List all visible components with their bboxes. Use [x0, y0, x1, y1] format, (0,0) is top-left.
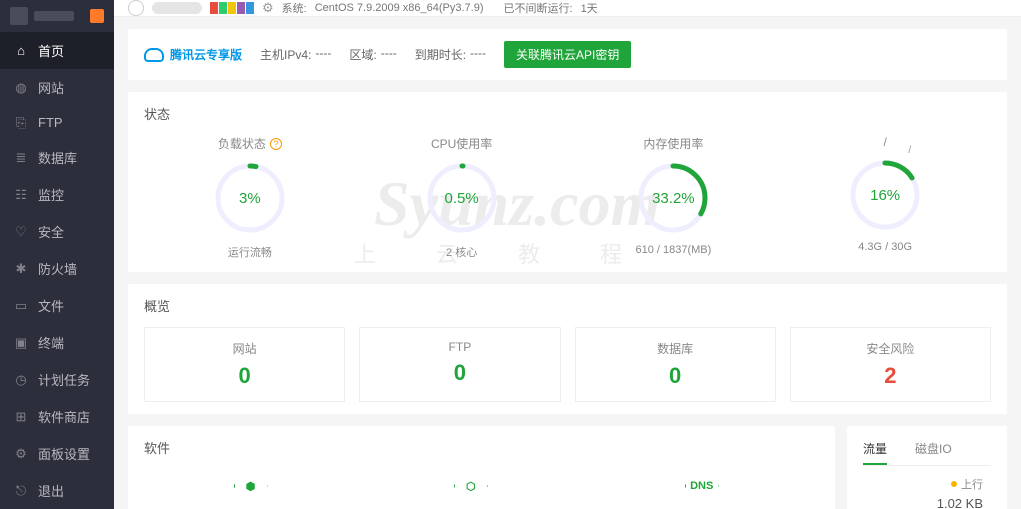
sidebar-item-fire[interactable]: ✱ 防火墙: [0, 250, 114, 287]
overview-card-2[interactable]: 数据库0: [575, 327, 776, 402]
sidebar-item-label: 安全: [38, 222, 64, 241]
software-panel: 软件 ⬢ 腾讯云CDN 1.0▶ ⬡ 腾讯云COSFS 2.0▶ DNS 腾讯云DN…: [128, 426, 835, 509]
software-item-cos[interactable]: ⬡ 腾讯云COSFS 2.0▶: [422, 469, 520, 509]
status-title: 状态: [144, 104, 991, 123]
exit-icon: ⎋: [14, 484, 28, 498]
sidebar-item-home[interactable]: ⌂ 首页: [0, 32, 114, 69]
avatar-icon: [128, 0, 144, 16]
sidebar-item-folder[interactable]: ▭ 文件: [0, 287, 114, 324]
overview-card-3[interactable]: 安全风险2: [790, 327, 991, 402]
sidebar-item-grid[interactable]: ⊞ 软件商店: [0, 398, 114, 435]
software-title: 软件: [144, 438, 819, 457]
software-item-cdn[interactable]: ⬢ 腾讯云CDN 1.0▶: [209, 469, 293, 509]
sidebar-item-label: 终端: [38, 333, 64, 352]
sidebar-item-label: 面板设置: [38, 444, 90, 463]
globe-icon: ◍: [14, 81, 28, 95]
uptime-value: 1天: [581, 0, 598, 16]
topbar: ⚙ 系统: CentOS 7.9.2009 x86_64(Py3.7.9) 已不…: [114, 0, 1021, 17]
sidebar-item-label: FTP: [38, 115, 63, 130]
cloud-logo: 腾讯云专享版: [144, 46, 242, 63]
sidebar-item-ftp[interactable]: ⎘ FTP: [0, 106, 114, 139]
sidebar-item-label: 网站: [38, 78, 64, 97]
sidebar: ⌂ 首页 ◍ 网站 ⎘ FTP ≣ 数据库 ☷ 监控 ♡ 安全 ✱ 防火墙 ▭ 文件 ▣ 终端 ◷ 计划任务 ⊞ 软件商店…: [0, 0, 114, 509]
up-dot-icon: [951, 481, 957, 487]
dns-icon: DNS: [685, 469, 719, 503]
shield-icon: ♡: [14, 225, 28, 239]
gear-icon[interactable]: ⚙: [262, 0, 274, 16]
cloud-icon: [144, 48, 164, 62]
cdn-icon: ⬢: [234, 469, 268, 503]
sidebar-item-terminal[interactable]: ▣ 终端: [0, 324, 114, 361]
gauge-1: CPU使用率 0.5% 2 核心: [422, 135, 502, 260]
sidebar-item-shield[interactable]: ♡ 安全: [0, 213, 114, 250]
sidebar-item-label: 首页: [38, 41, 64, 60]
sidebar-item-exit[interactable]: ⎋ 退出: [0, 472, 114, 509]
sidebar-item-label: 软件商店: [38, 407, 90, 426]
main: ⚙ 系统: CentOS 7.9.2009 x86_64(Py3.7.9) 已不…: [114, 0, 1021, 509]
overview-card-0[interactable]: 网站0: [144, 327, 345, 402]
sidebar-item-clock[interactable]: ◷ 计划任务: [0, 361, 114, 398]
gauge-3: / /16% 4.3G / 30G: [845, 135, 925, 260]
db-icon: ≣: [14, 151, 28, 165]
traffic-tab-1[interactable]: 磁盘IO: [915, 438, 952, 465]
overview-panel: 概览 网站0FTP0数据库0安全风险2: [128, 284, 1007, 414]
software-item-dns[interactable]: DNS 腾讯云DNS解析 1.0▶: [649, 469, 755, 509]
home-icon: ⌂: [14, 44, 28, 58]
sidebar-item-label: 退出: [38, 481, 64, 500]
sidebar-item-label: 文件: [38, 296, 64, 315]
sidebar-item-gear[interactable]: ⚙ 面板设置: [0, 435, 114, 472]
overview-title: 概览: [144, 296, 991, 315]
sidebar-logo: [0, 0, 114, 32]
traffic-panel: 流量磁盘IO 上行 1.02 KB 单位:KB/s 70: [847, 426, 1007, 509]
sidebar-item-globe[interactable]: ◍ 网站: [0, 69, 114, 106]
bind-api-button[interactable]: 关联腾讯云API密钥: [504, 41, 631, 68]
cloud-panel: 腾讯云专享版 主机IPv4:---- 区域:---- 到期时长:---- 关联腾…: [128, 29, 1007, 80]
sidebar-item-label: 监控: [38, 185, 64, 204]
terminal-icon: ▣: [14, 336, 28, 350]
up-value: 1.02 KB: [863, 496, 983, 509]
uptime-label: 已不间断运行:: [504, 0, 573, 16]
ftp-icon: ⎘: [14, 116, 28, 130]
fire-icon: ✱: [14, 262, 28, 276]
grid-icon: ⊞: [14, 410, 28, 424]
sidebar-item-label: 数据库: [38, 148, 77, 167]
sidebar-item-label: 防火墙: [38, 259, 77, 278]
traffic-tab-0[interactable]: 流量: [863, 438, 887, 465]
status-strip: [210, 2, 254, 14]
gear-icon: ⚙: [14, 447, 28, 461]
sidebar-item-label: 计划任务: [38, 370, 90, 389]
gauge-2: 内存使用率 33.2% 610 / 1837(MB): [633, 135, 713, 260]
cos-icon: ⬡: [454, 469, 488, 503]
clock-icon: ◷: [14, 373, 28, 387]
sidebar-item-db[interactable]: ≣ 数据库: [0, 139, 114, 176]
status-panel: 状态 负载状态? 3% 运行流畅 CPU使用率 0.5% 2 核心 内存使用率 33…: [128, 92, 1007, 272]
sidebar-item-monitor[interactable]: ☷ 监控: [0, 176, 114, 213]
monitor-icon: ☷: [14, 188, 28, 202]
help-icon[interactable]: ?: [270, 138, 282, 150]
gauge-0: 负载状态? 3% 运行流畅: [210, 135, 290, 260]
sys-label: 系统:: [282, 0, 307, 16]
up-label: 上行: [961, 476, 983, 492]
sys-value: CentOS 7.9.2009 x86_64(Py3.7.9): [315, 2, 484, 14]
folder-icon: ▭: [14, 299, 28, 313]
overview-card-1[interactable]: FTP0: [359, 327, 560, 402]
username-blur: [152, 2, 202, 14]
